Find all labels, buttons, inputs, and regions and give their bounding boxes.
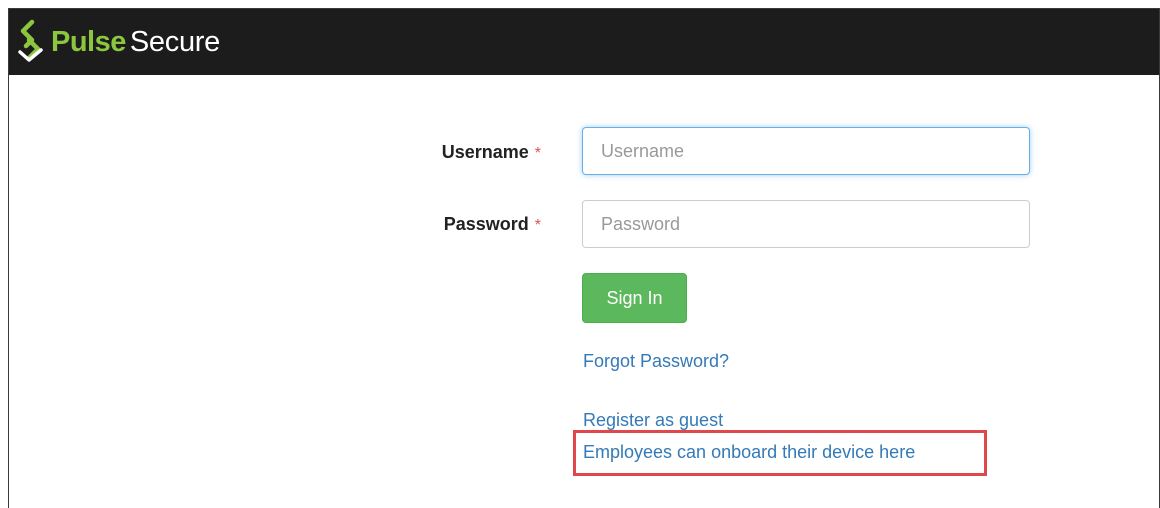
username-label-text: Username bbox=[441, 142, 529, 162]
register-guest-link[interactable]: Register as guest bbox=[583, 410, 723, 431]
username-label: Username * bbox=[415, 142, 541, 163]
brand-logo: Pulse Secure bbox=[15, 16, 220, 68]
password-required-marker: * bbox=[534, 217, 541, 234]
password-label-text: Password bbox=[443, 214, 529, 234]
login-page: Pulse Secure Username * Password * Sign In… bbox=[8, 8, 1160, 508]
brand-name-primary: Pulse bbox=[51, 25, 126, 58]
password-label: Password * bbox=[415, 214, 541, 235]
password-input[interactable] bbox=[582, 200, 1030, 248]
brand-name-secondary: Secure bbox=[129, 25, 220, 58]
annotation-highlight-box bbox=[573, 430, 987, 476]
username-required-marker: * bbox=[534, 145, 541, 162]
pulse-secure-logo-icon bbox=[18, 19, 43, 62]
forgot-password-link[interactable]: Forgot Password? bbox=[583, 351, 729, 372]
app-header: Pulse Secure bbox=[9, 9, 1159, 75]
sign-in-button[interactable]: Sign In bbox=[582, 273, 687, 323]
username-input[interactable] bbox=[582, 127, 1030, 175]
